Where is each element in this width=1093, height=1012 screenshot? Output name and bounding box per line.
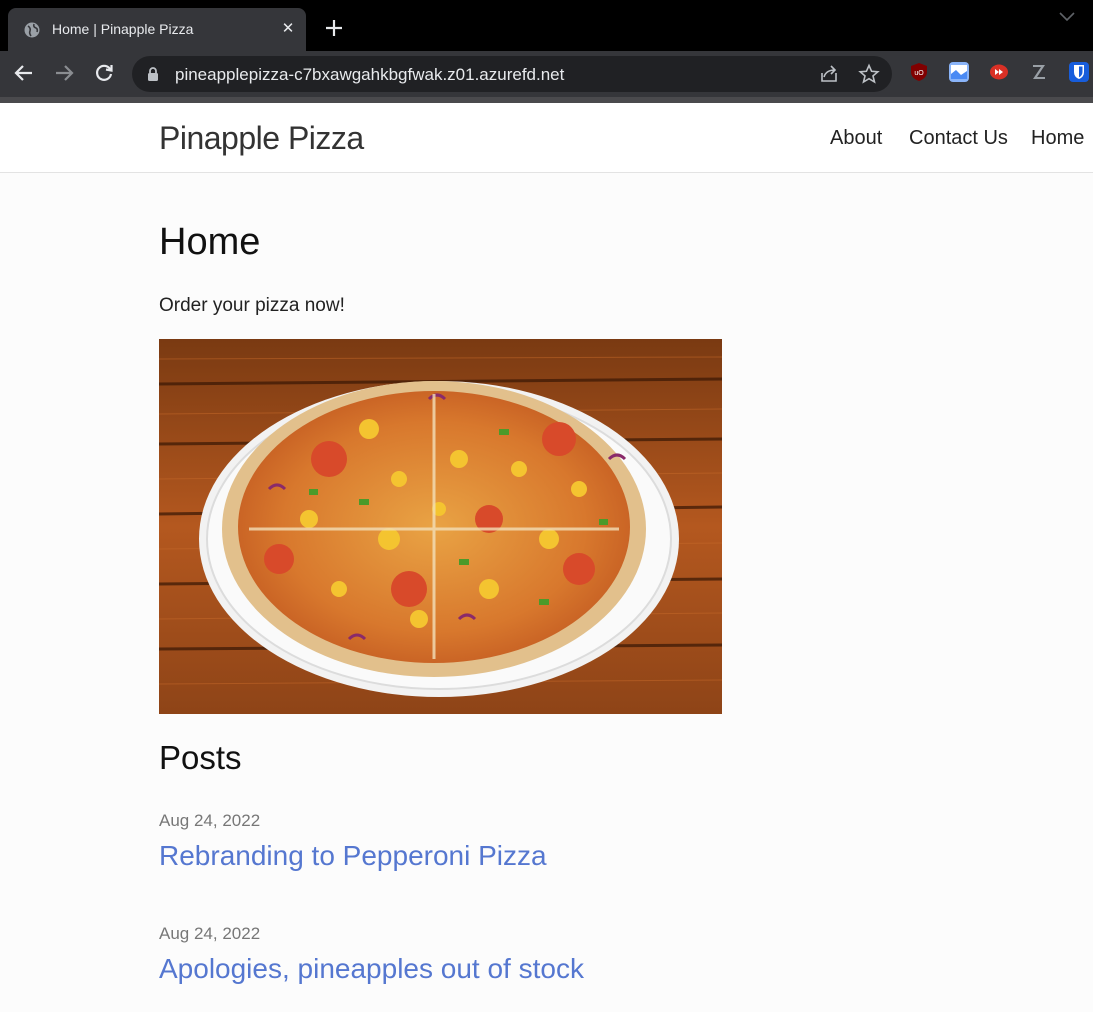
site-header: Pinapple Pizza About Contact Us Home [0, 103, 1093, 173]
chevron-down-icon[interactable] [1058, 9, 1076, 23]
nav-link-contact-us[interactable]: Contact Us [909, 127, 1008, 150]
nav-link-home[interactable]: Home [1031, 127, 1084, 150]
forward-arrow-icon[interactable] [53, 62, 75, 84]
post-date: Aug 24, 2022 [159, 811, 261, 830]
browser-toolbar: pineapplepizza-c7bxawgahkbgfwak.z01.azur… [0, 51, 1093, 97]
posts-heading: Posts [159, 739, 242, 776]
back-arrow-icon[interactable] [13, 62, 35, 84]
password-manager-icon[interactable] [1069, 62, 1089, 82]
page-content: Pinapple Pizza About Contact Us Home Hom… [0, 103, 1093, 1012]
browser-tab-active[interactable]: Home | Pinapple Pizza ✕ [8, 8, 306, 51]
nav-link-about[interactable]: About [830, 127, 882, 150]
site-brand-link[interactable]: Pinapple Pizza [159, 120, 364, 157]
page-title: Home [159, 221, 261, 263]
media-extension-icon[interactable] [989, 62, 1009, 82]
z-extension-icon[interactable] [1029, 62, 1049, 82]
globe-icon [24, 22, 40, 38]
url-text[interactable]: pineapplepizza-c7bxawgahkbgfwak.z01.azur… [175, 65, 564, 85]
close-tab-icon[interactable]: ✕ [280, 21, 296, 37]
address-bar[interactable]: pineapplepizza-c7bxawgahkbgfwak.z01.azur… [132, 56, 892, 92]
post-date: Aug 24, 2022 [159, 924, 261, 943]
bookmark-star-icon[interactable] [858, 63, 880, 85]
lead-text: Order your pizza now! [159, 295, 345, 316]
svg-text:uO: uO [914, 70, 924, 77]
lock-icon[interactable] [146, 66, 160, 82]
screenshot-extension-icon[interactable] [949, 62, 969, 82]
reload-icon[interactable] [93, 62, 115, 84]
post-title-link[interactable]: Rebranding to Pepperoni Pizza [159, 840, 547, 872]
ublock-extension-icon[interactable]: uO [909, 62, 929, 82]
post-title-link[interactable]: Apologies, pineapples out of stock [159, 953, 584, 985]
browser-tab-strip: Home | Pinapple Pizza ✕ [0, 0, 1093, 51]
tab-title: Home | Pinapple Pizza [52, 21, 194, 37]
new-tab-icon[interactable] [323, 17, 345, 39]
pizza-hero-image [159, 339, 722, 714]
share-icon[interactable] [818, 63, 840, 85]
